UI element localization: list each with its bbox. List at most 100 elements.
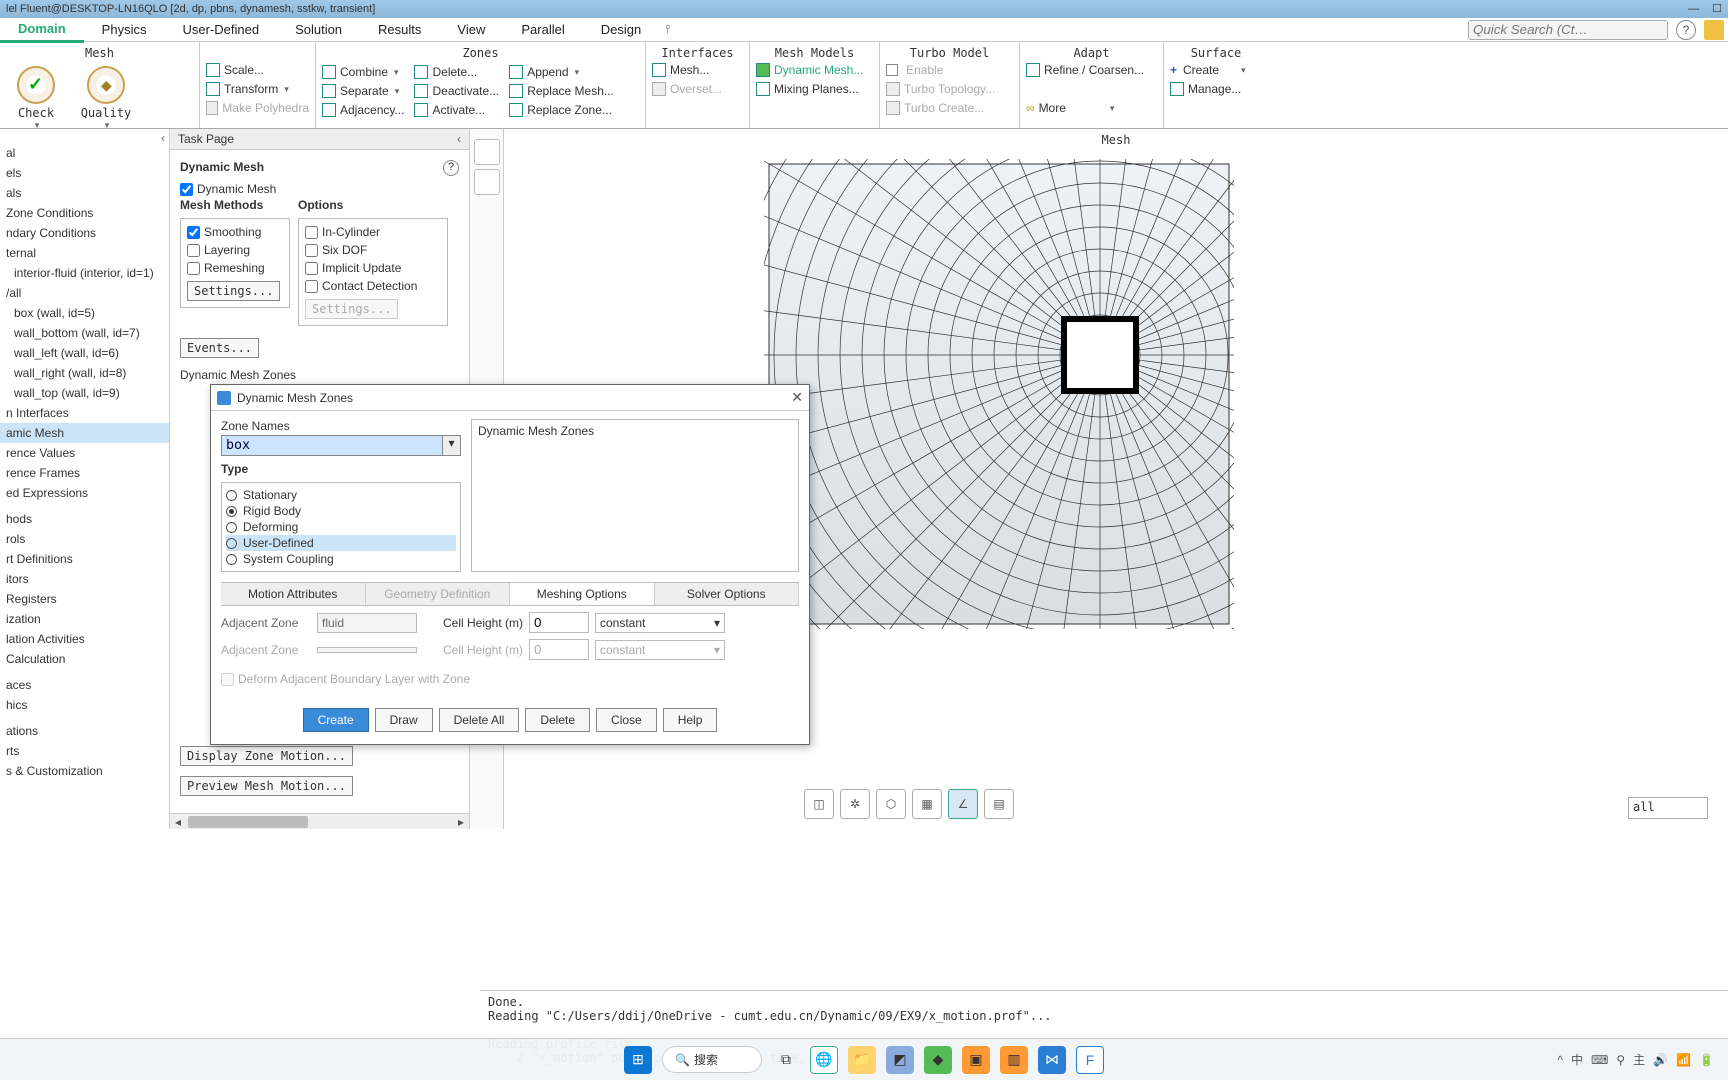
outline-tree[interactable]: ‹ alelsalsZone Conditionsndary Condition… [0, 129, 170, 829]
tree-item[interactable]: Zone Conditions [0, 203, 169, 223]
maximize-button[interactable]: ☐ [1712, 3, 1722, 15]
dynamic-mesh-button[interactable]: Dynamic Mesh... [754, 62, 875, 78]
turbo-enable-checkbox[interactable]: Enable [884, 62, 1015, 78]
tb-app1[interactable]: ◩ [886, 1046, 914, 1074]
tree-item[interactable]: Registers [0, 589, 169, 609]
menu-physics[interactable]: Physics [84, 18, 165, 41]
tree-item[interactable]: al [0, 143, 169, 163]
type-radio-system-coupling[interactable]: System Coupling [226, 551, 456, 567]
menu-results[interactable]: Results [360, 18, 439, 41]
layering-checkbox[interactable] [187, 244, 200, 257]
tb-app2[interactable]: ◆ [924, 1046, 952, 1074]
tree-item[interactable]: lation Activities [0, 629, 169, 649]
tree-item[interactable]: ed Expressions [0, 483, 169, 503]
type-radio-deforming[interactable]: Deforming [226, 519, 456, 535]
remeshing-checkbox[interactable] [187, 262, 200, 275]
append-button[interactable]: Append▾ [507, 64, 616, 80]
taskpage-collapse-icon[interactable]: ‹ [457, 132, 461, 146]
mesh-display-scope[interactable]: all [1628, 797, 1708, 819]
surface-manage-button[interactable]: Manage... [1168, 81, 1264, 97]
preview-mesh-motion-button[interactable]: Preview Mesh Motion... [180, 776, 353, 796]
menu-design[interactable]: Design [583, 18, 659, 41]
tree-item[interactable]: amic Mesh [0, 423, 169, 443]
contact-detection-checkbox[interactable] [305, 280, 318, 293]
menu-solution[interactable]: Solution [277, 18, 360, 41]
tb-ppt[interactable]: ▣ [962, 1046, 990, 1074]
deactivate-button[interactable]: Deactivate... [412, 83, 501, 99]
tree-item[interactable]: interior-fluid (interior, id=1) [0, 263, 169, 283]
tree-item[interactable]: itors [0, 569, 169, 589]
type-radio-user-defined[interactable]: User-Defined [226, 535, 456, 551]
mvt-2[interactable]: ✲ [840, 789, 870, 819]
taskbar-search[interactable]: 🔍 搜索 [662, 1046, 762, 1073]
tree-item[interactable]: wall_top (wall, id=9) [0, 383, 169, 403]
draw-button[interactable]: Draw [375, 708, 433, 732]
delete-all-button[interactable]: Delete All [439, 708, 520, 732]
tree-item[interactable]: ization [0, 609, 169, 629]
implicit-update-checkbox[interactable] [305, 262, 318, 275]
tab-solver-options[interactable]: Solver Options [655, 583, 800, 605]
adapt-more-button[interactable]: ∞More▾ [1024, 100, 1159, 116]
zone-names-combo[interactable]: ▾ [221, 435, 461, 456]
adjacency-button[interactable]: Adjacency... [320, 102, 406, 118]
mesh-quality-button[interactable]: Quality ▾ [74, 64, 138, 133]
help-button[interactable]: Help [663, 708, 718, 732]
tree-item[interactable]: hics [0, 695, 169, 715]
vt-icon-2[interactable] [474, 169, 500, 195]
display-zone-motion-button[interactable]: Display Zone Motion... [180, 746, 353, 766]
tab-meshing-options[interactable]: Meshing Options [510, 583, 655, 605]
tb-edge[interactable]: 🌐 [810, 1046, 838, 1074]
sidebar-collapse-icon[interactable]: ‹ [161, 131, 165, 145]
tb-files[interactable]: 📁 [848, 1046, 876, 1074]
menu-parallel[interactable]: Parallel [503, 18, 582, 41]
mvt-5[interactable]: ∠ [948, 789, 978, 819]
tb-task-view[interactable]: ⧉ [772, 1046, 800, 1074]
help-icon[interactable]: ? [1676, 20, 1696, 40]
tree-item[interactable]: Calculation [0, 649, 169, 669]
tree-item[interactable]: aces [0, 675, 169, 695]
tree-item[interactable]: s & Customization [0, 761, 169, 781]
minimize-button[interactable]: — [1688, 3, 1699, 15]
combine-button[interactable]: Combine▾ [320, 64, 406, 80]
menu-view[interactable]: View [439, 18, 503, 41]
menu-domain[interactable]: Domain [0, 17, 84, 43]
tree-item[interactable]: ations [0, 721, 169, 741]
type-radio-stationary[interactable]: Stationary [226, 487, 456, 503]
hamburger-icon[interactable] [1704, 20, 1724, 40]
dynamic-mesh-checkbox[interactable] [180, 183, 193, 196]
tree-item[interactable]: rence Values [0, 443, 169, 463]
tb-vscode[interactable]: ⋈ [1038, 1046, 1066, 1074]
mixing-planes-button[interactable]: Mixing Planes... [754, 81, 875, 97]
system-tray[interactable]: ^中⌨ ⚲主🔊 📶🔋 [1557, 1051, 1714, 1068]
tree-item[interactable]: rts [0, 741, 169, 761]
dialog-close-button[interactable]: ✕ [791, 389, 803, 406]
replace-mesh-button[interactable]: Replace Mesh... [507, 83, 616, 99]
tree-item[interactable]: rt Definitions [0, 549, 169, 569]
tree-item[interactable]: n Interfaces [0, 403, 169, 423]
zone-names-input[interactable] [222, 436, 442, 455]
surface-create-button[interactable]: +Create▾ [1168, 62, 1264, 78]
in-cylinder-checkbox[interactable] [305, 226, 318, 239]
quick-search-input[interactable] [1468, 20, 1668, 40]
tree-item[interactable]: wall_left (wall, id=6) [0, 343, 169, 363]
activate-button[interactable]: Activate... [412, 102, 501, 118]
menu-user-defined[interactable]: User-Defined [164, 18, 277, 41]
tree-item[interactable]: els [0, 163, 169, 183]
tree-item[interactable]: box (wall, id=5) [0, 303, 169, 323]
methods-settings-button[interactable]: Settings... [187, 281, 280, 301]
tree-item[interactable]: wall_bottom (wall, id=7) [0, 323, 169, 343]
cell-height-type-1[interactable]: constant▾ [595, 613, 725, 633]
tree-item[interactable]: ndary Conditions [0, 223, 169, 243]
cell-height-input-1[interactable] [529, 612, 589, 633]
tree-item[interactable]: hods [0, 509, 169, 529]
tree-item[interactable]: /all [0, 283, 169, 303]
close-button[interactable]: Close [596, 708, 657, 732]
scale-button[interactable]: Scale... [204, 62, 311, 78]
interfaces-mesh-button[interactable]: Mesh... [650, 62, 745, 78]
tree-item[interactable]: ternal [0, 243, 169, 263]
refine-coarsen-button[interactable]: Refine / Coarsen... [1024, 62, 1159, 78]
delete-zone-button[interactable]: Delete... [412, 64, 501, 80]
create-button[interactable]: Create [303, 708, 369, 732]
pin-icon[interactable]: ⫯ [665, 22, 670, 37]
tree-item[interactable]: rence Frames [0, 463, 169, 483]
